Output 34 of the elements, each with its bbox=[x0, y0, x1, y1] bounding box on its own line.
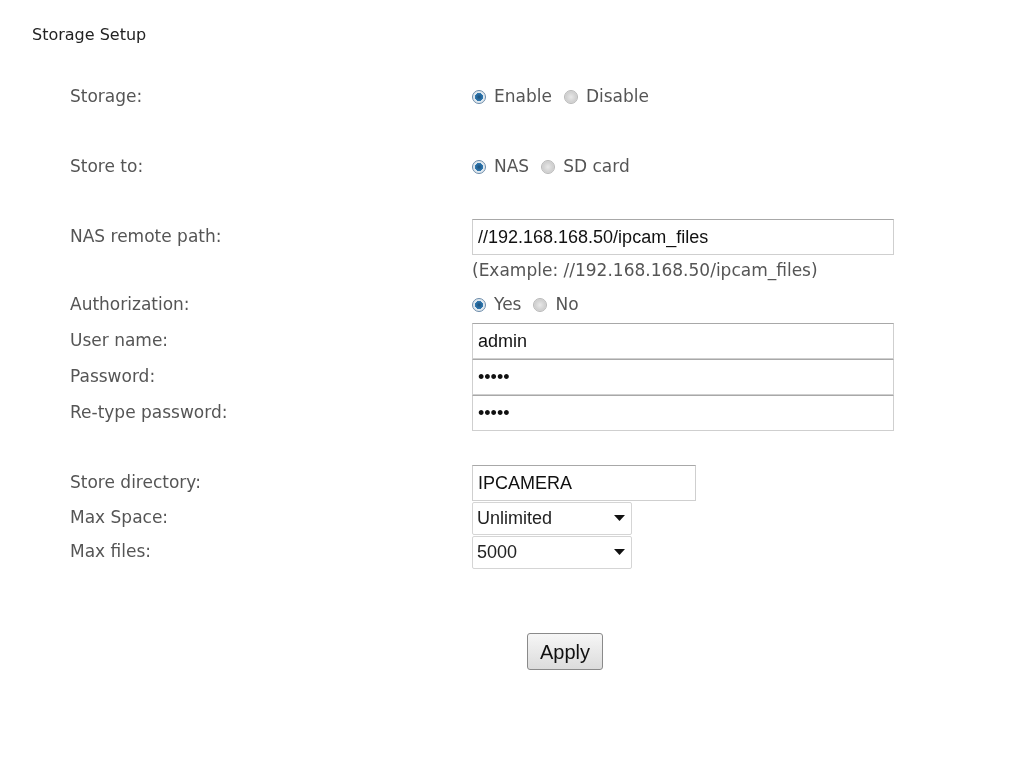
radio-button[interactable] bbox=[472, 298, 486, 312]
radio-option[interactable]: Disable bbox=[563, 84, 649, 110]
radio-option[interactable]: No bbox=[533, 292, 579, 318]
dropdown-select[interactable]: Unlimited bbox=[472, 501, 632, 535]
dropdown-select[interactable]: 5000 bbox=[472, 535, 632, 569]
radio-button[interactable] bbox=[541, 160, 556, 174]
text-field[interactable]: admin bbox=[472, 323, 894, 359]
radio-button[interactable] bbox=[563, 90, 578, 104]
radio-button[interactable] bbox=[533, 298, 548, 312]
apply-button[interactable]: Apply bbox=[527, 633, 604, 670]
field-label: NAS remote path: bbox=[70, 226, 222, 247]
field-label: Storage: bbox=[70, 86, 143, 107]
field-label: Store to: bbox=[70, 156, 144, 177]
section-title: Storage Setup bbox=[32, 24, 148, 46]
password-field[interactable]: ••••• bbox=[472, 395, 894, 431]
password-field[interactable]: ••••• bbox=[472, 359, 894, 395]
radio-option[interactable]: NAS bbox=[472, 154, 530, 180]
caret-icon bbox=[614, 514, 625, 522]
field-label: Max files: bbox=[70, 541, 152, 562]
radio-button[interactable] bbox=[472, 90, 486, 104]
field-label: Authorization: bbox=[70, 294, 190, 315]
field-label: Store directory: bbox=[70, 472, 201, 493]
field-label: User name: bbox=[70, 330, 169, 351]
radio-button[interactable] bbox=[472, 160, 486, 174]
text-field[interactable]: IPCAMERA bbox=[472, 465, 696, 501]
text-field[interactable]: //192.168.168.50/ipcam_files bbox=[472, 219, 894, 255]
radio-option[interactable]: Enable bbox=[472, 84, 552, 110]
radio-option[interactable]: Yes bbox=[472, 292, 522, 318]
caret-icon bbox=[614, 548, 625, 556]
field-label: Max Space: bbox=[70, 507, 169, 528]
example-hint: (Example: //192.168.168.50/ipcam_files) bbox=[472, 259, 818, 283]
field-label: Password: bbox=[70, 366, 156, 387]
field-label: Re-type password: bbox=[70, 402, 228, 423]
radio-option[interactable]: SD card bbox=[541, 154, 630, 180]
